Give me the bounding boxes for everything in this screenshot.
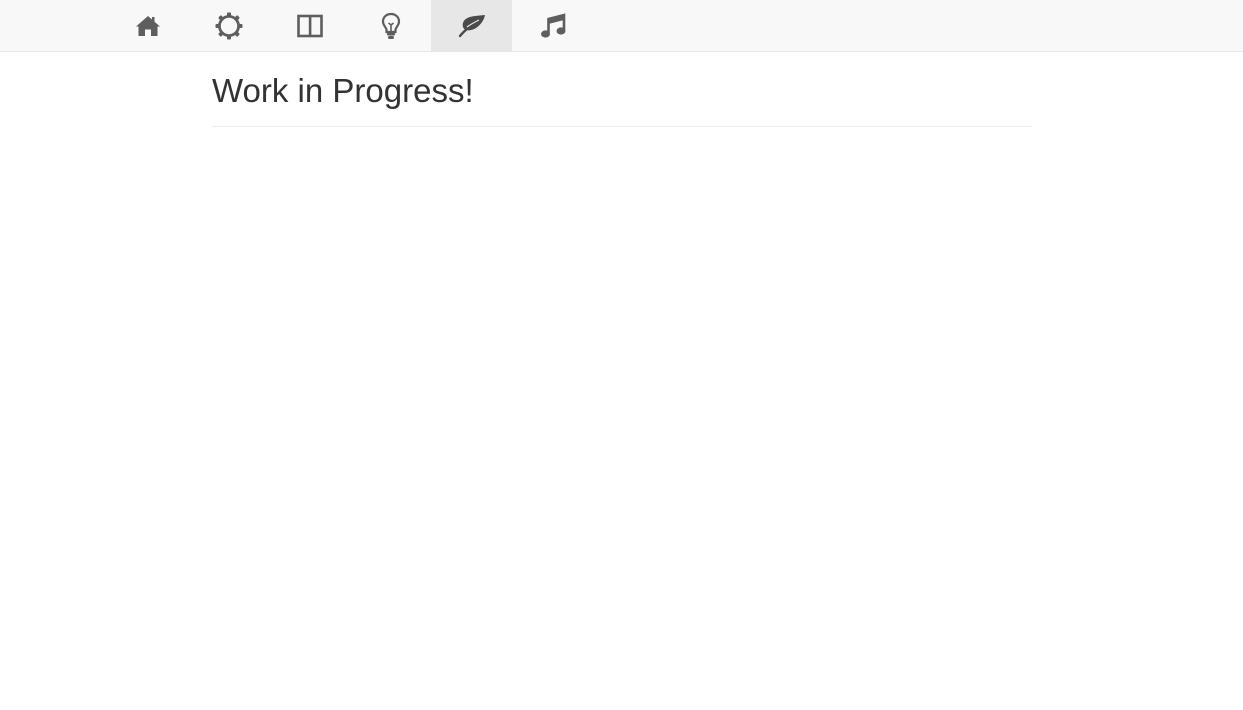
leaf-icon (457, 13, 487, 39)
page-title: Work in Progress! (212, 73, 1032, 127)
nav-item-music[interactable] (512, 0, 593, 52)
music-icon (540, 12, 566, 40)
nav-item-columns[interactable] (269, 0, 350, 52)
top-navbar (0, 0, 1243, 52)
nav-tabs (107, 0, 593, 52)
nav-item-leaf[interactable] (431, 0, 512, 52)
gear-icon (215, 12, 243, 40)
nav-item-ideas[interactable] (350, 0, 431, 52)
nav-item-settings[interactable] (188, 0, 269, 52)
lightbulb-icon (381, 12, 401, 40)
home-icon (135, 14, 161, 38)
main-content: Work in Progress! (212, 53, 1032, 127)
columns-icon (296, 14, 323, 38)
nav-item-home[interactable] (107, 0, 188, 52)
